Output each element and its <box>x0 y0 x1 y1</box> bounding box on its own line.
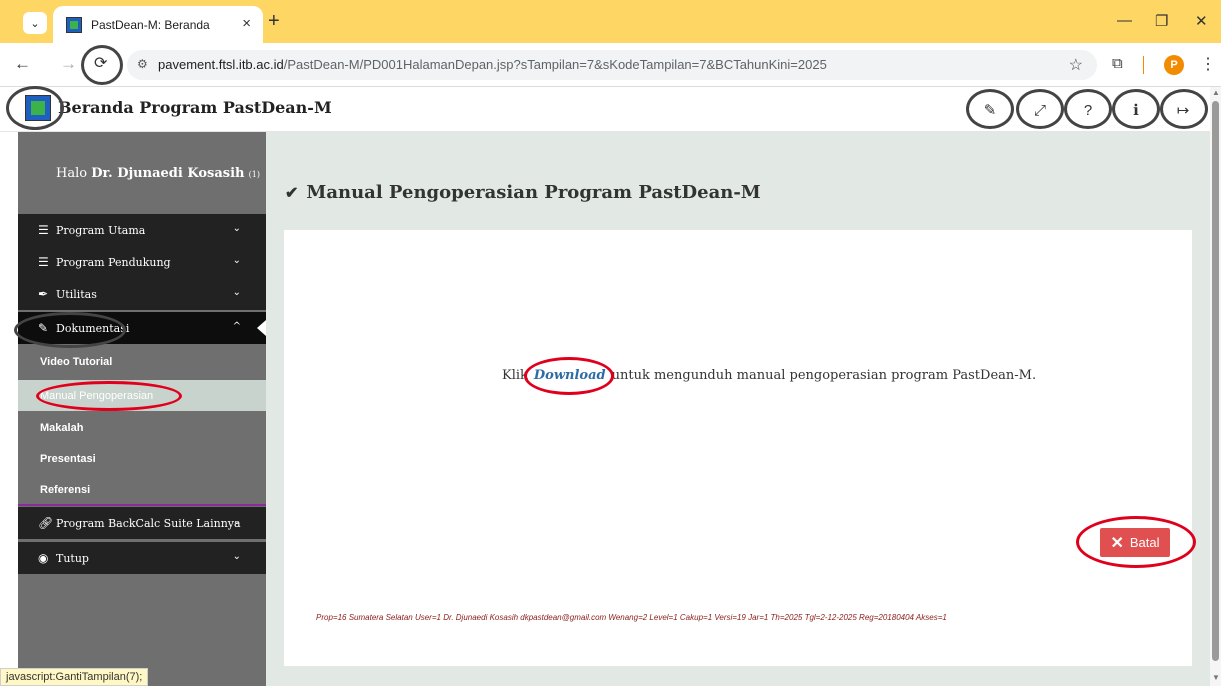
browser-menu-icon[interactable]: ⋮ <box>1200 54 1216 74</box>
chevron-down-icon: ⌄ <box>232 223 241 234</box>
page-title-text: Manual Pengoperasian Program PastDean-M <box>306 182 761 203</box>
page-title: ✔ Manual Pengoperasian Program PastDean-M <box>285 182 761 203</box>
url-path: /PastDean-M/PD001HalamanDepan.jsp?sTampi… <box>283 57 827 72</box>
session-info: Prop=16 Sumatera Selatan User=1 Dr. Djun… <box>316 613 947 622</box>
chevron-up-icon: ^ <box>232 321 241 332</box>
page-scrollbar[interactable]: ▲ ▼ <box>1210 87 1221 686</box>
tab-search-icon[interactable]: ⌄ <box>23 12 47 34</box>
content-panel <box>284 230 1192 666</box>
sidebar-item-program-utama[interactable]: ☰ Program Utama ⌄ <box>18 214 266 246</box>
check-icon: ✔ <box>285 183 299 202</box>
browser-window: ⌄ PastDean-M: Beranda × + — ❐ ✕ ← → ⟳ ⚙ … <box>0 0 1221 686</box>
sidebar-item-tutup[interactable]: ◉ Tutup ⌄ <box>18 542 266 574</box>
circle-icon: ◉ <box>38 551 49 565</box>
scroll-thumb[interactable] <box>1212 101 1219 661</box>
user-suffix: (1) <box>248 170 260 179</box>
profile-avatar[interactable]: P <box>1164 55 1184 75</box>
cancel-button[interactable]: ✕ Batal <box>1100 528 1170 557</box>
list-icon: ☰ <box>38 223 49 237</box>
scroll-up-icon[interactable]: ▲ <box>1212 88 1220 97</box>
submenu-label: Presentasi <box>40 453 96 465</box>
instruction-prefix: Klik <box>502 368 528 383</box>
url-host: pavement.ftsl.itb.ac.id <box>158 57 284 72</box>
new-tab-icon[interactable]: + <box>268 11 280 31</box>
submenu-divider <box>18 504 266 506</box>
minimize-icon[interactable]: — <box>1117 12 1132 29</box>
sidebar-item-dokumentasi[interactable]: ✎ Dokumentasi ^ <box>18 312 266 344</box>
sidebar-item-label: Program Pendukung <box>56 256 171 269</box>
cancel-label: Batal <box>1129 535 1160 550</box>
forward-icon[interactable]: → <box>60 55 77 73</box>
download-instruction: Klik Download untuk mengunduh manual pengo… <box>502 368 1036 383</box>
greeting-prefix: Halo <box>56 166 88 181</box>
browser-tab[interactable]: PastDean-M: Beranda × <box>53 6 263 43</box>
submenu-label: Manual Pengoperasian <box>40 390 154 402</box>
submenu-label: Video Tutorial <box>40 356 113 368</box>
tab-strip: ⌄ PastDean-M: Beranda × + — ❐ ✕ <box>0 0 1221 43</box>
link-icon: 🔗︎ <box>38 516 54 530</box>
scroll-down-icon[interactable]: ▼ <box>1212 673 1220 682</box>
submenu-manual-pengoperasian[interactable]: Manual Pengoperasian <box>18 380 266 411</box>
app-title: Beranda Program PastDean-M <box>58 98 332 117</box>
extensions-icon[interactable]: ⧉ <box>1112 55 1123 72</box>
back-icon[interactable]: ← <box>14 55 31 73</box>
submenu-referensi[interactable]: Referensi <box>18 474 266 505</box>
site-info-icon[interactable]: ⚙ <box>137 57 148 71</box>
url-text[interactable]: pavement.ftsl.itb.ac.id/PastDean-M/PD001… <box>158 57 827 72</box>
close-icon: ✕ <box>1110 534 1124 552</box>
sidebar-item-label: Dokumentasi <box>56 322 130 335</box>
sidebar-item-label: Utilitas <box>56 288 97 301</box>
restore-icon[interactable]: ❐ <box>1155 12 1168 30</box>
pencil-icon: ✎ <box>38 321 49 335</box>
reload-icon[interactable]: ⟳ <box>94 55 107 73</box>
chevron-down-icon: ⌄ <box>232 255 241 266</box>
status-bar: javascript:GantiTampilan(7); <box>0 668 149 686</box>
download-link[interactable]: Download <box>534 368 606 383</box>
tab-close-icon[interactable]: × <box>242 15 251 32</box>
logout-icon[interactable]: ↦ <box>1168 95 1198 125</box>
browser-toolbar: ← → ⟳ ⚙ pavement.ftsl.itb.ac.id/PastDean… <box>0 43 1221 87</box>
feather-icon: ✒ <box>38 287 49 301</box>
bookmark-star-icon[interactable]: ☆ <box>1069 55 1083 75</box>
chevron-down-icon: ⌄ <box>232 287 241 298</box>
submenu-label: Makalah <box>40 422 84 434</box>
app-logo-icon[interactable] <box>25 95 51 121</box>
submenu-makalah[interactable]: Makalah <box>18 412 266 443</box>
sidebar-item-label: Program BackCalc Suite Lainnya <box>56 517 241 530</box>
tab-title: PastDean-M: Beranda <box>91 18 210 32</box>
sidebar-item-label: Program Utama <box>56 224 146 237</box>
submenu-label: Referensi <box>40 484 91 496</box>
greeting-text: Halo Dr. Djunaedi Kosasih (1) <box>56 166 260 181</box>
sidebar-item-backcalc-suite[interactable]: 🔗︎ Program BackCalc Suite Lainnya ⌄ <box>18 507 266 539</box>
sidebar-item-program-pendukung[interactable]: ☰ Program Pendukung ⌄ <box>18 246 266 278</box>
chevron-down-icon: ⌄ <box>232 516 241 527</box>
info-icon[interactable]: ℹ <box>1121 95 1151 125</box>
submenu-presentasi[interactable]: Presentasi <box>18 443 266 474</box>
sidebar-item-utilitas[interactable]: ✒ Utilitas ⌄ <box>18 278 266 310</box>
help-icon[interactable]: ? <box>1073 95 1103 125</box>
chevron-down-icon: ⌄ <box>232 551 241 562</box>
window-close-icon[interactable]: ✕ <box>1195 12 1208 30</box>
instruction-suffix: untuk mengunduh manual pengoperasian pro… <box>611 368 1037 383</box>
user-name: Dr. Djunaedi Kosasih <box>91 166 245 181</box>
expand-icon[interactable]: ⤢ <box>1025 95 1055 125</box>
user-greeting: Halo Dr. Djunaedi Kosasih (1) <box>18 132 266 214</box>
sidebar: Halo Dr. Djunaedi Kosasih (1) ☰ Program … <box>18 132 266 686</box>
toolbar-separator <box>1143 56 1144 74</box>
list-icon: ☰ <box>38 255 49 269</box>
submenu-video-tutorial[interactable]: Video Tutorial <box>18 346 266 377</box>
address-bar[interactable]: ⚙ pavement.ftsl.itb.ac.id/PastDean-M/PD0… <box>127 50 1097 80</box>
favicon-icon <box>66 17 82 33</box>
sidebar-item-label: Tutup <box>56 552 89 565</box>
app-header: Beranda Program PastDean-M ✎ ⤢ ? ℹ ↦ <box>0 87 1210 132</box>
pencil-icon[interactable]: ✎ <box>975 95 1005 125</box>
